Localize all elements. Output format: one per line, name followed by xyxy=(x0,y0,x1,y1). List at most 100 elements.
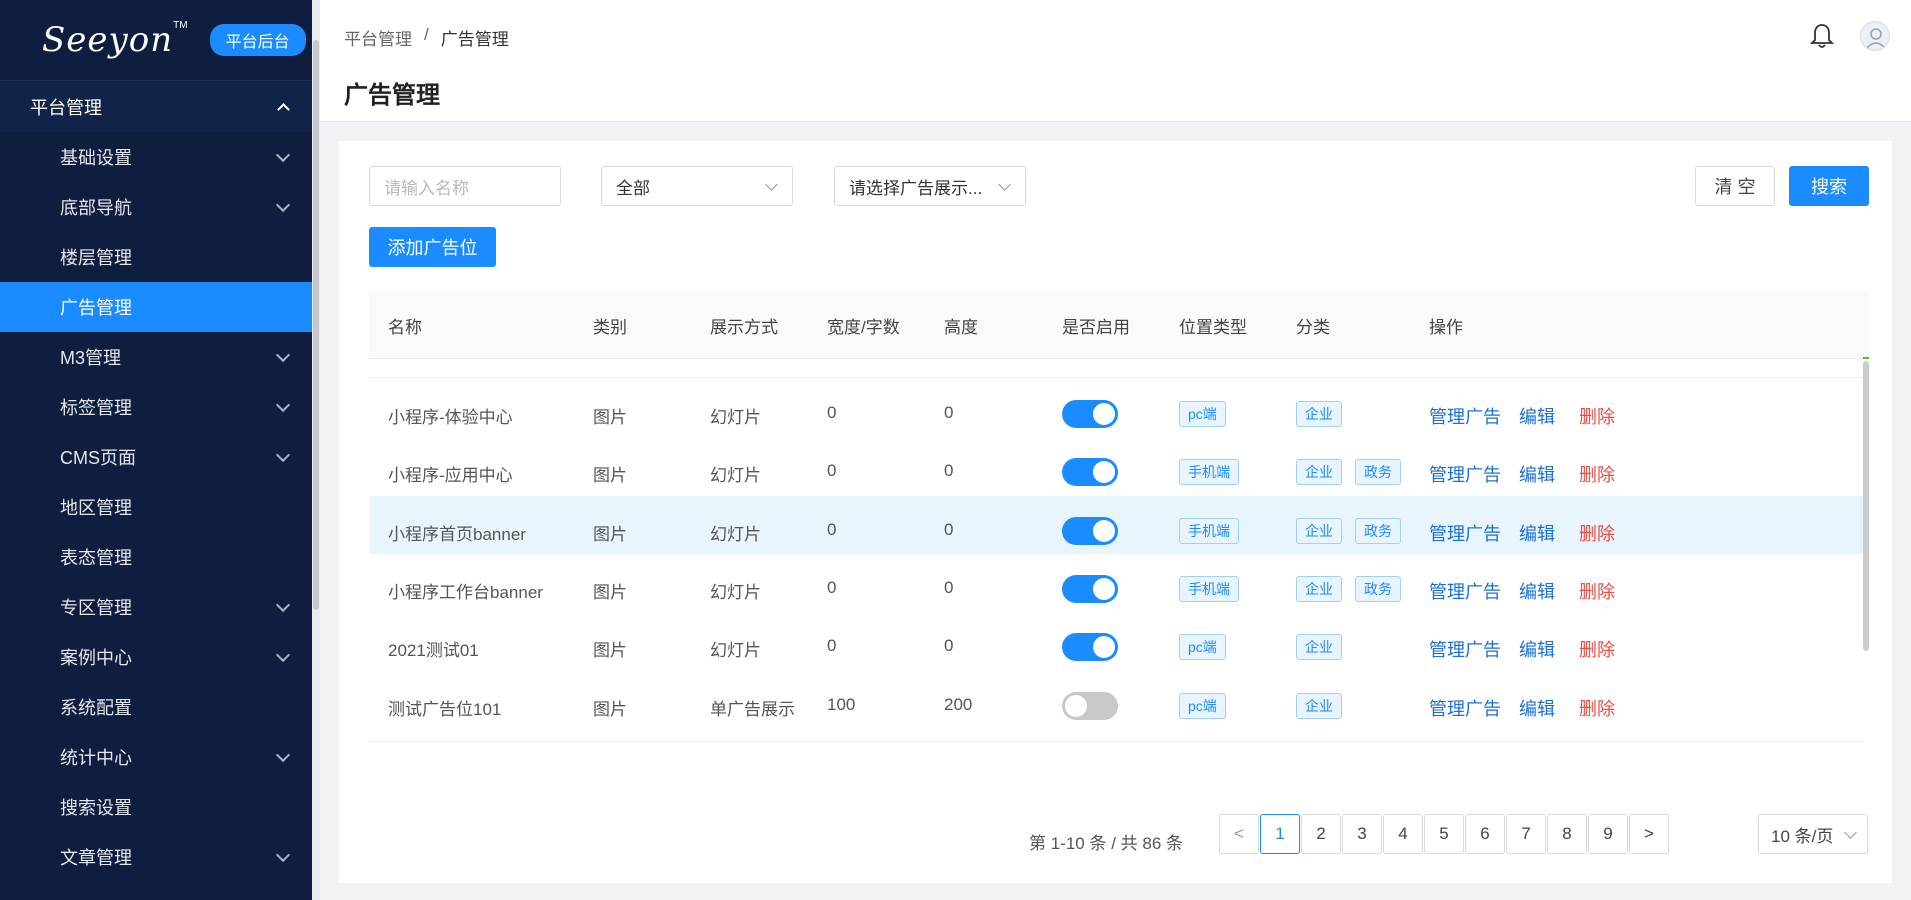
page-size-value: 10 条/页 xyxy=(1771,826,1834,846)
manage-ads-link[interactable]: 管理广告 xyxy=(1429,403,1501,429)
sidebar-item[interactable]: 表态管理 xyxy=(0,532,312,582)
sidebar-item[interactable]: 标签管理 xyxy=(0,382,312,432)
cell-name: 小程序工作台banner xyxy=(388,582,543,602)
sidebar-item[interactable]: 案例中心 xyxy=(0,632,312,682)
position-tag: 手机端 xyxy=(1179,517,1239,544)
cell-name: 小程序-应用中心 xyxy=(388,466,513,486)
sidebar-item[interactable]: 楼层管理 xyxy=(0,232,312,282)
sidebar-item-label: 表态管理 xyxy=(60,548,132,568)
menu-group-platform[interactable]: 平台管理 xyxy=(0,80,312,132)
manage-ads-link[interactable]: 管理广告 xyxy=(1429,636,1501,662)
enabled-toggle[interactable] xyxy=(1062,458,1118,487)
chevron-down-icon xyxy=(998,178,1011,191)
add-ad-slot-button[interactable]: 添加广告位 xyxy=(369,227,496,267)
delete-link[interactable]: 删除 xyxy=(1579,695,1615,721)
page-button[interactable]: 2 xyxy=(1301,814,1341,854)
sidebar-item[interactable]: 底部导航 xyxy=(0,182,312,232)
column-header: 操作 xyxy=(1429,318,1463,337)
edit-link[interactable]: 编辑 xyxy=(1519,461,1555,487)
cell-name: 小程序-体验中心 xyxy=(388,408,513,427)
logo-area: SeeyonTM 平台后台 xyxy=(0,0,312,80)
cell-height: 200 xyxy=(944,694,973,714)
table-row-partial xyxy=(369,360,1864,378)
delete-link[interactable]: 删除 xyxy=(1579,403,1615,429)
edit-link[interactable]: 编辑 xyxy=(1519,520,1555,546)
sidebar-item[interactable]: 搜索设置 xyxy=(0,782,312,832)
sidebar-item[interactable]: M3管理 xyxy=(0,332,312,382)
sidebar-item[interactable]: 基础设置 xyxy=(0,132,312,182)
cell-width: 100 xyxy=(827,694,856,714)
cell-name: 2021测试01 xyxy=(388,641,479,661)
page-button[interactable]: 1 xyxy=(1260,814,1300,854)
cell-type: 图片 xyxy=(593,582,627,602)
clear-button[interactable]: 清 空 xyxy=(1695,166,1775,206)
column-header: 高度 xyxy=(944,318,978,337)
page-button[interactable]: 5 xyxy=(1424,814,1464,854)
breadcrumb-item-platform[interactable]: 平台管理 xyxy=(344,25,412,50)
sidebar-item[interactable]: 地区管理 xyxy=(0,482,312,532)
delete-link[interactable]: 删除 xyxy=(1579,520,1615,546)
manage-ads-link[interactable]: 管理广告 xyxy=(1429,520,1501,546)
page-button[interactable]: 4 xyxy=(1383,814,1423,854)
bell-icon[interactable] xyxy=(1810,22,1834,50)
edit-link[interactable]: 编辑 xyxy=(1519,695,1555,721)
sidebar-item-label: 楼层管理 xyxy=(60,248,132,268)
sidebar-item-label: 案例中心 xyxy=(60,648,132,668)
enabled-toggle[interactable] xyxy=(1062,574,1118,603)
next-page-button[interactable]: > xyxy=(1629,814,1669,854)
sidebar-item[interactable]: 广告管理 xyxy=(0,282,312,332)
page-title: 广告管理 xyxy=(344,82,440,109)
enabled-toggle[interactable] xyxy=(1062,400,1118,428)
sidebar-scrollbar-thumb[interactable] xyxy=(313,40,319,610)
manage-ads-link[interactable]: 管理广告 xyxy=(1429,461,1501,487)
sidebar-item[interactable]: 文章管理 xyxy=(0,832,312,882)
edit-link[interactable]: 编辑 xyxy=(1519,636,1555,662)
search-button[interactable]: 搜索 xyxy=(1789,166,1869,206)
manage-ads-link[interactable]: 管理广告 xyxy=(1429,695,1501,721)
enabled-toggle[interactable] xyxy=(1062,516,1118,545)
manage-ads-link[interactable]: 管理广告 xyxy=(1429,578,1501,604)
chevron-down-icon xyxy=(275,597,291,612)
cell-name: 测试广告位101 xyxy=(388,699,502,719)
prev-page-button[interactable]: < xyxy=(1219,814,1259,854)
enabled-toggle[interactable] xyxy=(1062,691,1118,720)
sidebar-item[interactable]: 专区管理 xyxy=(0,582,312,632)
breadcrumb-separator: / xyxy=(424,25,429,44)
ads-table: 名称 类别 展示方式 宽度/字数 高度 是否启用 位置类型 分类 操作 小程序-体验中心 图片 幻灯… xyxy=(369,291,1869,803)
page-button[interactable]: 3 xyxy=(1342,814,1382,854)
sidebar-item-label: 专区管理 xyxy=(60,598,132,618)
page-button[interactable]: 7 xyxy=(1506,814,1546,854)
page-button[interactable]: 6 xyxy=(1465,814,1505,854)
cell-name: 小程序首页banner xyxy=(388,524,526,544)
enabled-toggle[interactable] xyxy=(1062,633,1118,662)
category-tag: 政务 xyxy=(1355,517,1401,544)
pagination-total: 第 1-10 条 / 共 86 条 xyxy=(1029,834,1183,853)
page-button[interactable]: 9 xyxy=(1588,814,1628,854)
sidebar-item[interactable]: 统计中心 xyxy=(0,732,312,782)
display-mode-select[interactable]: 请选择广告展示... xyxy=(834,166,1026,206)
edit-link[interactable]: 编辑 xyxy=(1519,578,1555,604)
position-tag: pc端 xyxy=(1179,634,1226,661)
chevron-down-icon xyxy=(275,647,291,662)
edit-link[interactable]: 编辑 xyxy=(1519,403,1555,429)
chevron-down-icon xyxy=(275,347,291,362)
category-select[interactable]: 全部 xyxy=(601,166,793,206)
category-tag: 政务 xyxy=(1355,459,1401,486)
delete-link[interactable]: 删除 xyxy=(1579,578,1615,604)
logo[interactable]: SeeyonTM xyxy=(42,20,188,60)
name-search-input[interactable]: 请输入名称 xyxy=(369,166,561,206)
sidebar-item[interactable]: 系统配置 xyxy=(0,682,312,732)
page-size-select[interactable]: 10 条/页 xyxy=(1758,814,1868,854)
sidebar-item-label: 底部导航 xyxy=(60,198,132,218)
breadcrumb-item-ads: 广告管理 xyxy=(440,30,509,49)
delete-link[interactable]: 删除 xyxy=(1579,636,1615,662)
sidebar-item-label: CMS页面 xyxy=(60,448,136,468)
table-scrollbar-thumb[interactable] xyxy=(1863,361,1869,651)
sidebar-item[interactable]: CMS页面 xyxy=(0,432,312,482)
page-button[interactable]: 8 xyxy=(1547,814,1587,854)
cell-type: 图片 xyxy=(593,524,627,544)
delete-link[interactable]: 删除 xyxy=(1579,461,1615,487)
avatar[interactable] xyxy=(1860,21,1890,51)
cell-width: 0 xyxy=(827,636,837,656)
chevron-down-icon xyxy=(1844,826,1857,839)
